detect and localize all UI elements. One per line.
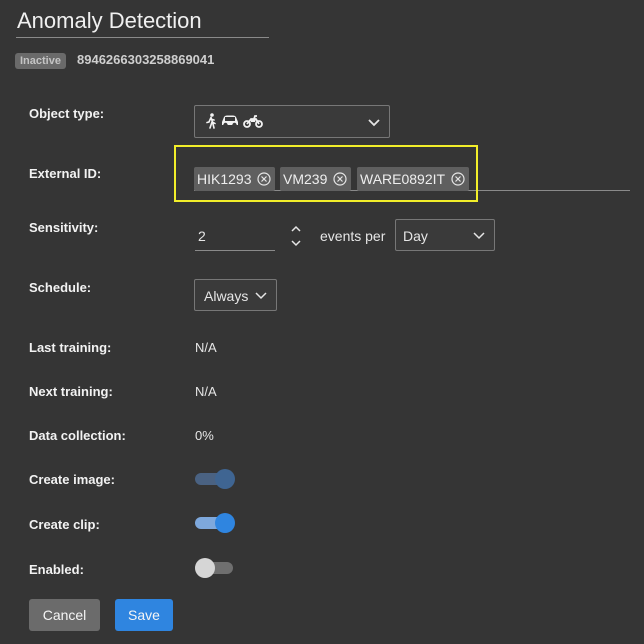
schedule-label: Schedule:	[29, 280, 92, 295]
sensitivity-input[interactable]: 2	[195, 226, 275, 251]
schedule-value: Always	[204, 288, 249, 304]
create-image-toggle[interactable]	[195, 468, 237, 490]
pedestrian-icon	[206, 113, 216, 129]
cancel-button[interactable]: Cancel	[29, 599, 100, 631]
period-value: Day	[403, 228, 428, 244]
object-type-label: Object type:	[29, 106, 105, 121]
enabled-toggle[interactable]	[195, 557, 237, 579]
save-button[interactable]: Save	[115, 599, 173, 631]
next-training-value: N/A	[195, 384, 217, 399]
external-id-label: External ID:	[29, 166, 102, 181]
page-title: Anomaly Detection	[17, 8, 202, 33]
events-per-label: events per	[320, 228, 386, 244]
period-select[interactable]: Day	[395, 219, 495, 251]
object-type-select[interactable]	[194, 105, 390, 138]
next-training-label: Next training:	[29, 384, 113, 399]
schedule-select[interactable]: Always	[194, 279, 277, 311]
highlight-box	[174, 145, 478, 202]
chevron-down-icon	[368, 118, 380, 126]
last-training-label: Last training:	[29, 340, 112, 355]
create-clip-label: Create clip:	[29, 517, 100, 532]
last-training-value: N/A	[195, 340, 217, 355]
data-collection-label: Data collection:	[29, 428, 126, 443]
status-badge: Inactive	[15, 53, 66, 69]
car-icon	[222, 115, 238, 128]
title-divider	[16, 37, 269, 38]
create-clip-toggle[interactable]	[195, 512, 237, 534]
data-collection-value: 0%	[195, 428, 214, 443]
device-id: 8946266303258869041	[77, 52, 215, 67]
chevron-down-icon	[473, 232, 485, 240]
motorcycle-icon	[243, 115, 263, 128]
chevron-down-icon	[255, 292, 267, 300]
create-image-label: Create image:	[29, 472, 115, 487]
enabled-label: Enabled:	[29, 562, 84, 577]
sensitivity-label: Sensitivity:	[29, 220, 99, 235]
spinner-arrows-icon[interactable]	[289, 222, 303, 250]
